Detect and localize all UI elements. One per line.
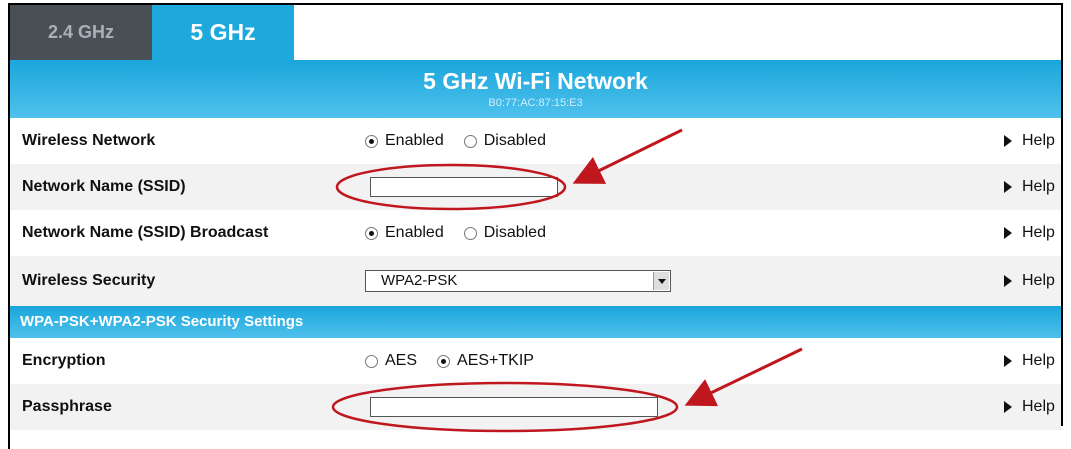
help-label: Help <box>1022 398 1055 415</box>
ssid-label: Network Name (SSID) <box>22 178 186 195</box>
radio-checked-icon[interactable] <box>437 354 451 368</box>
row-ssid: Network Name (SSID) Help <box>10 164 1061 210</box>
help-link[interactable]: Help <box>1004 118 1055 164</box>
select-value: WPA2-PSK <box>381 272 458 289</box>
tab-2-4-ghz[interactable]: 2.4 GHz <box>10 5 152 60</box>
radio-label: Enabled <box>385 132 444 149</box>
encryption-radios: AES AES+TKIP <box>365 338 554 384</box>
triangle-right-icon <box>1004 181 1012 193</box>
ssid-broadcast-radios: Enabled Disabled <box>365 210 566 256</box>
wireless-network-radios: Enabled Disabled <box>365 118 566 164</box>
wireless-security-label: Wireless Security <box>22 272 156 289</box>
security-settings-title: WPA-PSK+WPA2-PSK Security Settings <box>20 313 304 330</box>
chevron-down-icon[interactable] <box>653 272 669 290</box>
radio-label: AES <box>385 352 418 369</box>
network-title: 5 GHz Wi-Fi Network <box>423 68 648 94</box>
frame-right-border <box>1061 3 1063 426</box>
broadcast-enabled-radio[interactable]: Enabled <box>365 224 444 242</box>
ssid-broadcast-label: Network Name (SSID) Broadcast <box>22 224 269 241</box>
help-link[interactable]: Help <box>1004 210 1055 256</box>
tab-5-ghz[interactable]: 5 GHz <box>152 5 294 60</box>
passphrase-input[interactable] <box>370 397 658 417</box>
radio-label: Disabled <box>483 132 546 149</box>
help-label: Help <box>1022 352 1055 369</box>
help-label: Help <box>1022 224 1055 241</box>
triangle-right-icon <box>1004 135 1012 147</box>
wireless-enabled-radio[interactable]: Enabled <box>365 132 444 150</box>
row-wireless-network: Wireless Network Enabled Disabled Help <box>10 118 1061 164</box>
wireless-security-control: WPA2-PSK <box>365 256 671 306</box>
network-header: 5 GHz Wi-Fi Network B0:77:AC:87:15:E3 <box>10 60 1061 118</box>
row-wireless-security: Wireless Security WPA2-PSK Help <box>10 256 1061 306</box>
encryption-aes-tkip-radio[interactable]: AES+TKIP <box>437 352 534 370</box>
row-encryption: Encryption AES AES+TKIP Help <box>10 338 1061 384</box>
radio-label: Enabled <box>385 224 444 241</box>
security-settings-header: WPA-PSK+WPA2-PSK Security Settings <box>10 306 1061 338</box>
help-link[interactable]: Help <box>1004 384 1055 430</box>
radio-checked-icon[interactable] <box>365 134 378 148</box>
help-label: Help <box>1022 272 1055 289</box>
wireless-network-label: Wireless Network <box>22 132 156 149</box>
help-link[interactable]: Help <box>1004 338 1055 384</box>
triangle-right-icon <box>1004 227 1012 239</box>
radio-checked-icon[interactable] <box>365 226 378 240</box>
wireless-disabled-radio[interactable]: Disabled <box>463 132 546 150</box>
help-label: Help <box>1022 132 1055 149</box>
triangle-right-icon <box>1004 275 1012 287</box>
radio-unchecked-icon[interactable] <box>463 226 477 240</box>
wireless-security-select[interactable]: WPA2-PSK <box>365 270 671 292</box>
ssid-input[interactable] <box>370 177 558 197</box>
row-ssid-broadcast: Network Name (SSID) Broadcast Enabled Di… <box>10 210 1061 256</box>
help-label: Help <box>1022 178 1055 195</box>
radio-label: Disabled <box>483 224 546 241</box>
help-link[interactable]: Help <box>1004 164 1055 210</box>
mac-address: B0:77:AC:87:15:E3 <box>488 97 583 109</box>
radio-unchecked-icon[interactable] <box>365 354 378 368</box>
radio-label: AES+TKIP <box>457 352 534 369</box>
triangle-right-icon <box>1004 355 1012 367</box>
encryption-aes-radio[interactable]: AES <box>365 352 417 370</box>
triangle-right-icon <box>1004 401 1012 413</box>
encryption-label: Encryption <box>22 352 106 369</box>
radio-unchecked-icon[interactable] <box>463 134 477 148</box>
passphrase-control <box>365 384 658 430</box>
passphrase-label: Passphrase <box>22 398 112 415</box>
row-passphrase: Passphrase Help <box>10 384 1061 430</box>
ssid-control <box>365 164 558 210</box>
help-link[interactable]: Help <box>1004 256 1055 306</box>
broadcast-disabled-radio[interactable]: Disabled <box>463 224 546 242</box>
